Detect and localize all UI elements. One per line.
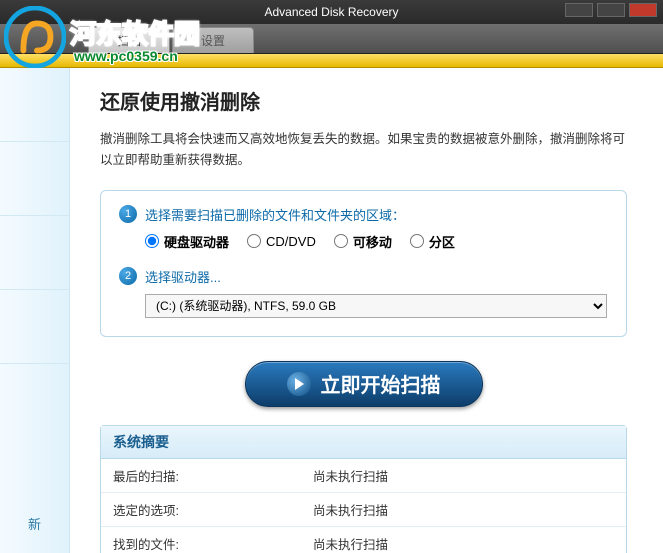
window-title: Advanced Disk Recovery: [264, 5, 398, 19]
sidebar-item[interactable]: [0, 290, 69, 364]
step2-label: 选择驱动器...: [145, 267, 221, 286]
summary-row: 找到的文件:尚未执行扫描: [101, 526, 626, 553]
radio-partition-input[interactable]: [410, 234, 424, 248]
page-description: 撤消删除工具将会快速而又高效地恢复丢失的数据。如果宝贵的数据被意外删除，撤消删除…: [100, 129, 627, 172]
maximize-button[interactable]: [597, 3, 625, 17]
radio-cd-label: CD/DVD: [266, 234, 316, 249]
radio-removable-label: 可移动: [353, 232, 392, 251]
tab-bar: 扫描 设置: [0, 24, 663, 54]
area-radio-group: 硬盘驱动器 CD/DVD 可移动 分区: [145, 232, 608, 251]
summary-key: 最后的扫描:: [101, 459, 301, 493]
page-title: 还原使用撤消删除: [100, 86, 627, 115]
tab-settings[interactable]: 设置: [172, 27, 254, 53]
radio-cd[interactable]: CD/DVD: [247, 232, 316, 251]
step2-badge: 2: [119, 267, 137, 285]
summary-title: 系统摘要: [101, 426, 626, 459]
summary-value: 尚未执行扫描: [301, 492, 626, 526]
tab-scan[interactable]: 扫描: [88, 27, 170, 53]
drive-select[interactable]: (C:) (系统驱动器), NTFS, 59.0 GB: [145, 294, 607, 318]
step1-row: 1 选择需要扫描已删除的文件和文件夹的区域：: [119, 205, 608, 224]
minimize-button[interactable]: [565, 3, 593, 17]
tab-scan-label: 扫描: [117, 32, 141, 49]
summary-value: 尚未执行扫描: [301, 459, 626, 493]
sidebar-refresh-label: 新: [28, 517, 41, 532]
sidebar-item[interactable]: [0, 142, 69, 216]
sidebar-refresh[interactable]: 新: [0, 494, 69, 553]
step2-row: 2 选择驱动器...: [119, 267, 608, 286]
summary-row: 选定的选项:尚未执行扫描: [101, 492, 626, 526]
start-scan-label: 立即开始扫描: [321, 369, 441, 398]
system-summary-panel: 系统摘要 最后的扫描:尚未执行扫描选定的选项:尚未执行扫描找到的文件:尚未执行扫…: [100, 425, 627, 553]
summary-value: 尚未执行扫描: [301, 526, 626, 553]
step1-badge: 1: [119, 205, 137, 223]
radio-partition[interactable]: 分区: [410, 232, 455, 251]
accent-bar: [0, 54, 663, 68]
radio-removable-input[interactable]: [334, 234, 348, 248]
summary-key: 选定的选项:: [101, 492, 301, 526]
main-content: 还原使用撤消删除 撤消删除工具将会快速而又高效地恢复丢失的数据。如果宝贵的数据被…: [70, 68, 663, 553]
tab-settings-label: 设置: [201, 32, 225, 49]
radio-partition-label: 分区: [429, 232, 455, 251]
sidebar-item[interactable]: [0, 216, 69, 290]
summary-table: 最后的扫描:尚未执行扫描选定的选项:尚未执行扫描找到的文件:尚未执行扫描到目前为…: [101, 459, 626, 553]
summary-key: 找到的文件:: [101, 526, 301, 553]
radio-hdd-label: 硬盘驱动器: [164, 232, 229, 251]
step1-label: 选择需要扫描已删除的文件和文件夹的区域：: [145, 205, 405, 224]
radio-hdd[interactable]: 硬盘驱动器: [145, 232, 229, 251]
sidebar-item[interactable]: [0, 68, 69, 142]
scan-options-panel: 1 选择需要扫描已删除的文件和文件夹的区域： 硬盘驱动器 CD/DVD 可移动 …: [100, 190, 627, 337]
radio-removable[interactable]: 可移动: [334, 232, 392, 251]
play-icon: [287, 372, 311, 396]
summary-row: 最后的扫描:尚未执行扫描: [101, 459, 626, 493]
radio-cd-input[interactable]: [247, 234, 261, 248]
close-button[interactable]: [629, 3, 657, 17]
start-scan-button[interactable]: 立即开始扫描: [245, 361, 483, 407]
sidebar: 新: [0, 68, 70, 553]
title-bar: Advanced Disk Recovery: [0, 0, 663, 24]
radio-hdd-input[interactable]: [145, 234, 159, 248]
